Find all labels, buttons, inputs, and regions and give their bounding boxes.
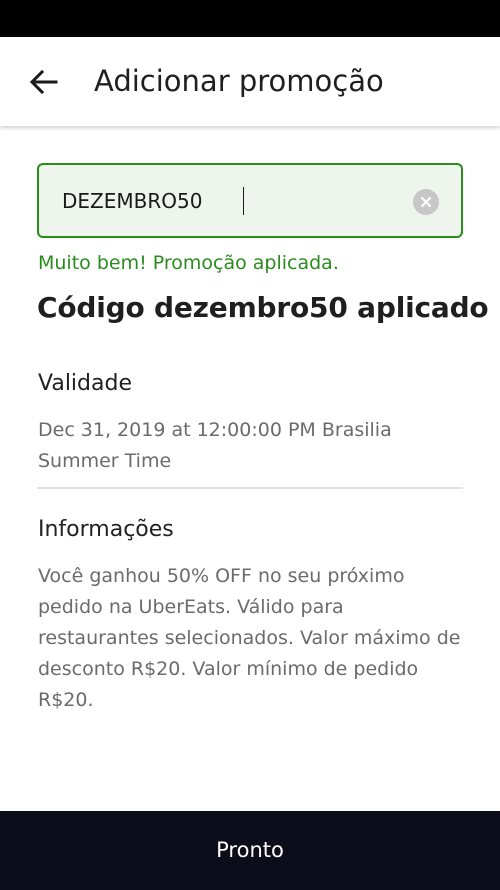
info-label: Informações	[38, 517, 174, 542]
page-title: Adicionar promoção	[94, 64, 384, 98]
promo-code-input[interactable]	[62, 185, 402, 217]
info-text: Você ganhou 50% OFF no seu próximo pedid…	[38, 565, 461, 711]
arrow-left-icon	[29, 69, 58, 95]
promo-code-field[interactable]	[37, 163, 463, 238]
applied-code-title: Código dezembro50 aplicado	[37, 291, 489, 324]
app-header: Adicionar promoção	[0, 37, 500, 126]
success-message: Muito bem! Promoção aplicada.	[38, 252, 339, 274]
status-bar	[0, 0, 500, 37]
done-button[interactable]: Pronto	[0, 811, 500, 890]
validity-label: Validade	[38, 371, 132, 396]
promo-content: Muito bem! Promoção aplicada. Código dez…	[0, 126, 500, 811]
clear-input-button[interactable]	[413, 189, 439, 215]
text-caret	[243, 187, 244, 215]
section-divider	[37, 487, 463, 489]
back-button[interactable]	[22, 61, 66, 105]
validity-value: Dec 31, 2019 at 12:00:00 PM Brasilia Sum…	[38, 419, 392, 472]
clear-circle-icon	[420, 196, 432, 208]
